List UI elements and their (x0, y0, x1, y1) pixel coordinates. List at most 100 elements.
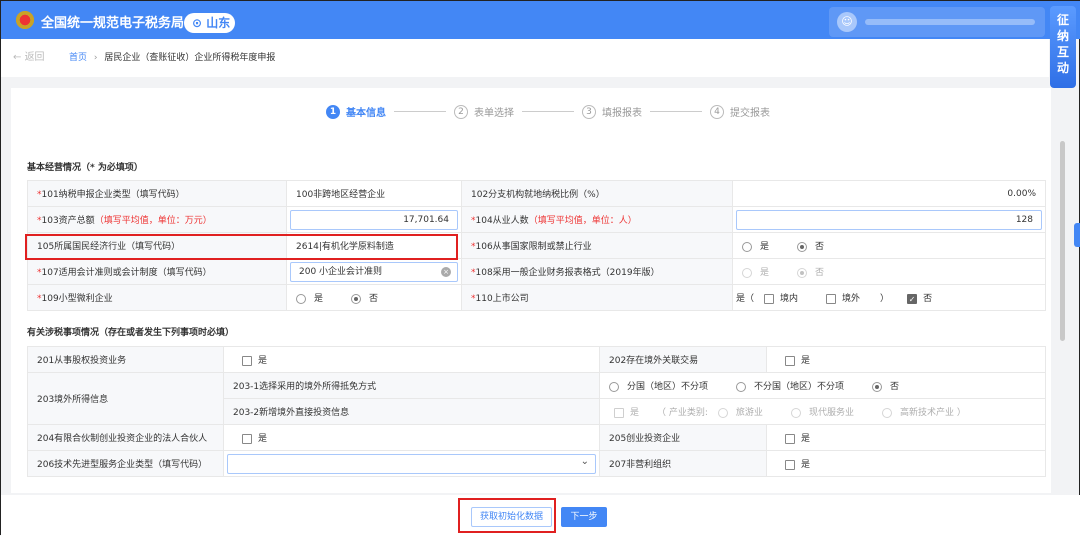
service-type-select[interactable] (227, 453, 596, 474)
label-108: *108采用一般企业财务报表格式（2019年版） (461, 258, 733, 285)
location-label: 山东 (206, 16, 231, 30)
cell-206 (223, 450, 600, 477)
radio-no[interactable]: 否 (797, 241, 824, 252)
radio-no-disabled: 否 (797, 267, 824, 278)
step-label: 表单选择 (474, 108, 514, 119)
radio-checked-icon (351, 293, 362, 304)
step-1: 1 基本信息 (326, 104, 386, 119)
label-104: *104从业人数（填写平均值，单位：人） (461, 206, 733, 233)
table-row: *107适用会计准则或会计制度（填写代码） 200 小企业会计准则 × *108采… (27, 258, 1046, 285)
checkbox-icon (826, 293, 837, 304)
basic-section-title: 基本经营情况（* 为必填项） (27, 163, 143, 173)
user-menu[interactable]: ☺ (829, 7, 1045, 37)
accounting-standard-input[interactable]: 200 小企业会计准则 × (290, 261, 458, 282)
label-102: 102分支机构就地纳税比例（%） (461, 180, 733, 207)
radio-checked-icon (797, 241, 808, 252)
next-step-button[interactable]: 下一步 (561, 507, 607, 527)
table-row: 204有限合伙制创业投资企业的法人合伙人 是 205创业投资企业 是 (27, 424, 1046, 451)
back-button[interactable]: ← 返回 (13, 39, 45, 77)
step-number: 4 (710, 104, 724, 119)
report-format-radio: 是否 (732, 258, 1046, 285)
highlight-box-105 (25, 234, 458, 260)
breadcrumb-bar: ← 返回 首页 › 居民企业（查账征收）企业所得税年度申报 (1, 39, 1049, 77)
radio-no[interactable]: 否 (872, 381, 899, 392)
radio-modern-services: 现代服务业 (790, 407, 854, 418)
site-title: 全国统一规范电子税务局 (41, 16, 185, 31)
checkbox-overseas[interactable]: 境外 (826, 293, 860, 304)
checkbox-icon (242, 355, 252, 366)
vertical-scrollbar[interactable] (1060, 141, 1065, 341)
checkbox-201[interactable]: 是 (223, 346, 600, 373)
radio-yes[interactable]: 是 (742, 241, 769, 252)
checkbox-icon (785, 459, 795, 470)
radio-checked-icon (872, 381, 883, 392)
value-101: 100非跨地区经营企业 (286, 180, 462, 207)
label-110: *110上市公司 (461, 284, 733, 311)
checkbox-domestic[interactable]: 境内 (764, 293, 798, 304)
step-number: 3 (582, 104, 596, 119)
value-102: 0.00% (732, 180, 1046, 207)
radio-yes[interactable]: 是 (296, 293, 323, 304)
label-107: *107适用会计准则或会计制度（填写代码） (27, 258, 287, 285)
label-203-1: 203-1选择采用的境外所得抵免方式 (223, 372, 600, 399)
step-connector (522, 111, 574, 112)
clear-icon[interactable]: × (441, 266, 451, 277)
label-206: 206技术先进型服务企业类型（填写代码） (27, 450, 224, 477)
radio-icon (736, 381, 747, 392)
step-number: 2 (454, 104, 468, 119)
checkbox-no[interactable]: ✓ 否 (907, 293, 932, 304)
user-name-blurred (865, 19, 1035, 25)
side-button-label: 征纳互动 (1056, 13, 1069, 75)
radio-icon (742, 267, 752, 278)
location-pin-icon: ⊙ (192, 16, 207, 30)
total-assets-input[interactable]: 17,701.64 (290, 209, 458, 230)
radio-tourism: 旅游业 (717, 407, 763, 418)
user-avatar-icon: ☺ (837, 12, 857, 32)
label-109: *109小型微利企业 (27, 284, 287, 311)
checkbox-207[interactable]: 是 (766, 450, 1046, 477)
edge-tab[interactable] (1074, 223, 1080, 247)
arrow-left-icon: ← (13, 52, 25, 63)
label-205: 205创业投资企业 (599, 424, 767, 451)
table-row: *101纳税申报企业类型（填写代码） 100非跨地区经营企业 102分支机构就地… (27, 180, 1046, 207)
table-row: 201从事股权投资业务 是 202存在境外关联交易 是 (27, 346, 1046, 373)
checkbox-205[interactable]: 是 (766, 424, 1046, 451)
step-label: 填报报表 (602, 108, 642, 119)
step-number: 1 (326, 104, 340, 119)
label-203: 203境外所得信息 (27, 372, 224, 425)
checkbox-icon (785, 433, 795, 444)
step-2: 2 表单选择 (454, 104, 514, 119)
step-3: 3 填报报表 (582, 104, 642, 119)
radio-icon (742, 241, 752, 252)
breadcrumb-home[interactable]: 首页 (69, 53, 87, 63)
checkbox-202[interactable]: 是 (766, 346, 1046, 373)
checkbox-icon (242, 433, 252, 444)
checkbox-icon (614, 407, 624, 418)
checkbox-204[interactable]: 是 (223, 424, 600, 451)
small-enterprise-radio: 是否 (286, 284, 462, 311)
radio-no[interactable]: 否 (351, 293, 378, 304)
table-row: *103资产总额（填写平均值，单位：万元） 17,701.64 *104从业人数… (27, 206, 1046, 233)
tax-matters-table: 201从事股权投资业务 是 202存在境外关联交易 是 203境外所得信息 20… (27, 346, 1046, 477)
listed-company-options: 是（ 境内 境外） ✓ 否 (732, 284, 1046, 311)
label-103: *103资产总额（填写平均值，单位：万元） (27, 206, 287, 233)
radio-icon (717, 407, 728, 418)
label-202: 202存在境外关联交易 (599, 346, 767, 373)
restricted-industry-radio: 是否 (732, 232, 1046, 259)
cell-104: 128 (732, 206, 1046, 233)
table-row: 206技术先进型服务企业类型（填写代码） 207非营利组织 是 (27, 450, 1046, 477)
radio-checked-icon (797, 267, 808, 278)
table-row: 203境外所得信息 203-1选择采用的境外所得抵免方式 分国（地区）不分项 不分… (27, 372, 1046, 425)
label-207: 207非营利组织 (599, 450, 767, 477)
interaction-side-button[interactable]: 征纳互动 (1050, 6, 1076, 88)
radio-icon (790, 407, 801, 418)
step-connector (394, 111, 446, 112)
tax-emblem-logo (15, 9, 35, 31)
location-switch[interactable]: ⊙ 山东 (184, 13, 235, 33)
employee-count-input[interactable]: 128 (736, 209, 1042, 230)
breadcrumb-separator: › (93, 53, 98, 63)
step-connector (650, 111, 702, 112)
tax-section-title: 有关涉税事项情况（存在或者发生下列事项时必填） (27, 328, 235, 338)
radio-not-by-country[interactable]: 不分国（地区）不分项 (736, 381, 844, 392)
radio-by-country[interactable]: 分国（地区）不分项 (609, 381, 708, 392)
